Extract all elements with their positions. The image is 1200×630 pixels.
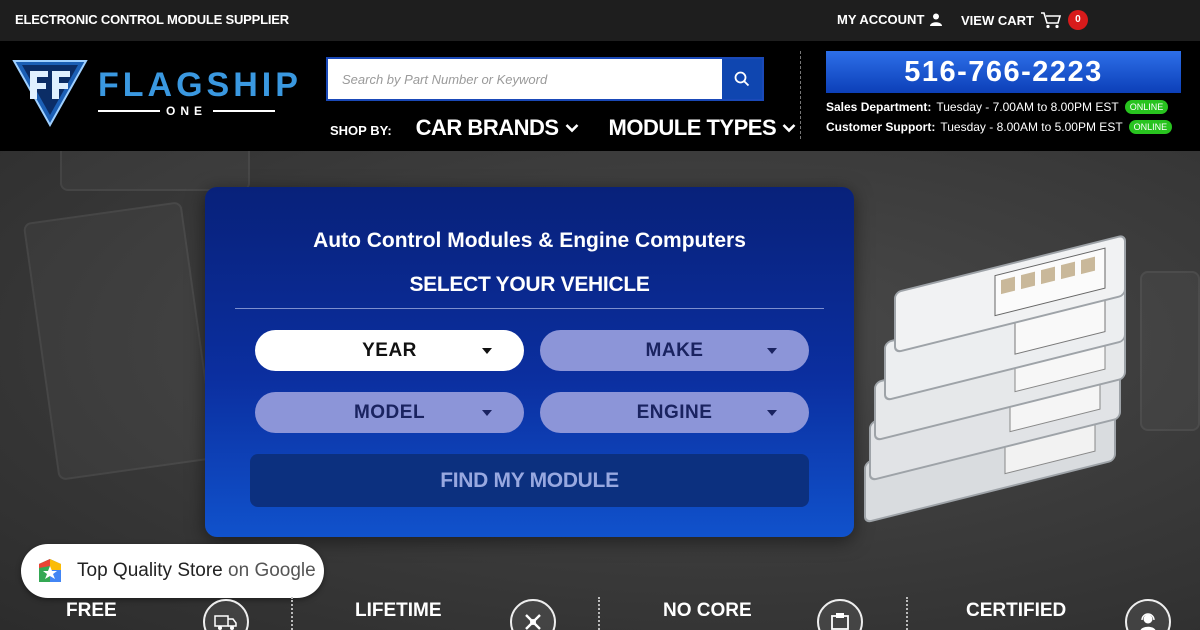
year-select[interactable]: YEAR [255, 330, 524, 371]
logo-sub: ONE [98, 104, 302, 118]
finder-divider [235, 308, 824, 309]
support-agent-icon [1125, 599, 1171, 630]
google-shopping-icon [39, 559, 61, 582]
user-icon [930, 13, 943, 26]
shop-by-label: SHOP BY: [330, 122, 392, 138]
sales-online-badge: ONLINE [1124, 100, 1169, 114]
model-select-label: MODEL [353, 402, 426, 423]
logo-word: FLAGSHIP [98, 66, 302, 104]
flagship-logo-icon [12, 60, 88, 127]
logo-text: FLAGSHIP ONE [98, 68, 302, 118]
chevron-down-icon [782, 124, 796, 133]
vehicle-finder-panel: Auto Control Modules & Engine Computers … [205, 187, 854, 537]
search-bar [326, 57, 764, 101]
feature-certified: CERTIFIED [966, 600, 1067, 621]
support-online-badge: ONLINE [1128, 120, 1173, 134]
module-types-menu[interactable]: MODULE TYPES [609, 115, 797, 141]
support-hours-text: Tuesday - 8.00AM to 5.00PM EST [940, 120, 1123, 134]
view-cart-label: VIEW CART [961, 12, 1034, 28]
caret-down-icon [767, 410, 777, 416]
google-badge-text: Top Quality Store on Google [77, 560, 316, 582]
feature-free: FREE [66, 600, 117, 621]
chevron-down-icon [565, 124, 578, 133]
feature-divider [906, 597, 908, 630]
feature-divider [598, 597, 600, 630]
car-brands-menu[interactable]: CAR BRANDS [416, 115, 579, 141]
sales-label: Sales Department: [826, 100, 932, 114]
sales-hours: Sales Department: Tuesday - 7.00AM to 8.… [826, 100, 1169, 114]
car-brands-label: CAR BRANDS [415, 115, 559, 140]
truck-icon [203, 599, 249, 630]
finder-title: Auto Control Modules & Engine Computers [313, 229, 746, 252]
search-input[interactable] [328, 59, 722, 99]
caret-down-icon [767, 348, 777, 354]
logo-sub-text: ONE [166, 104, 208, 118]
find-my-module-button[interactable]: FIND MY MODULE [250, 454, 809, 507]
site-tagline: ELECTRONIC CONTROL MODULE SUPPLIER [15, 12, 289, 27]
background-module-image [1140, 271, 1200, 431]
box-icon [817, 599, 863, 630]
model-select[interactable]: MODEL [255, 392, 524, 433]
background-module-image [22, 201, 218, 481]
feature-lifetime: LIFETIME [355, 600, 442, 621]
google-badge-main: Top Quality Store [77, 560, 223, 581]
header-divider [800, 51, 801, 139]
phone-number-button[interactable]: 516-766-2223 [826, 51, 1181, 93]
background-module-image [60, 151, 250, 191]
feature-divider [291, 597, 293, 630]
cart-count-badge: 0 [1067, 10, 1088, 30]
my-account-label: MY ACCOUNT [837, 12, 925, 27]
google-quality-badge[interactable]: Top Quality Store on Google [21, 544, 324, 598]
cart-icon [1040, 12, 1062, 29]
view-cart-link[interactable]: VIEW CART 0 [961, 10, 1088, 30]
site-header: FLAGSHIP ONE SHOP BY: CAR BRANDS MODULE … [0, 41, 1200, 151]
finder-subtitle: SELECT YOUR VEHICLE [409, 273, 650, 296]
caret-down-icon [482, 410, 492, 416]
make-select-label: MAKE [645, 340, 704, 361]
engine-select[interactable]: ENGINE [540, 392, 809, 433]
my-account-link[interactable]: MY ACCOUNT [837, 12, 943, 27]
search-button[interactable] [722, 59, 762, 99]
tools-icon [510, 599, 556, 630]
support-hours: Customer Support: Tuesday - 8.00AM to 5.… [826, 120, 1173, 134]
google-badge-on: on Google [228, 560, 316, 581]
support-label: Customer Support: [826, 120, 936, 134]
engine-select-label: ENGINE [636, 402, 713, 423]
module-types-label: MODULE TYPES [608, 115, 777, 140]
caret-down-icon [482, 348, 492, 354]
hero-section: Auto Control Modules & Engine Computers … [0, 151, 1200, 630]
feature-no-core: NO CORE [663, 600, 752, 621]
top-bar: ELECTRONIC CONTROL MODULE SUPPLIER MY AC… [0, 0, 1200, 41]
sales-hours-text: Tuesday - 7.00AM to 8.00PM EST [936, 100, 1119, 114]
shop-by-nav: SHOP BY: CAR BRANDS MODULE TYPES [330, 115, 826, 141]
year-select-label: YEAR [362, 340, 417, 361]
engine-modules-image [864, 235, 1126, 523]
make-select[interactable]: MAKE [540, 330, 809, 371]
site-logo[interactable]: FLAGSHIP ONE [12, 59, 302, 127]
search-icon [734, 71, 750, 87]
